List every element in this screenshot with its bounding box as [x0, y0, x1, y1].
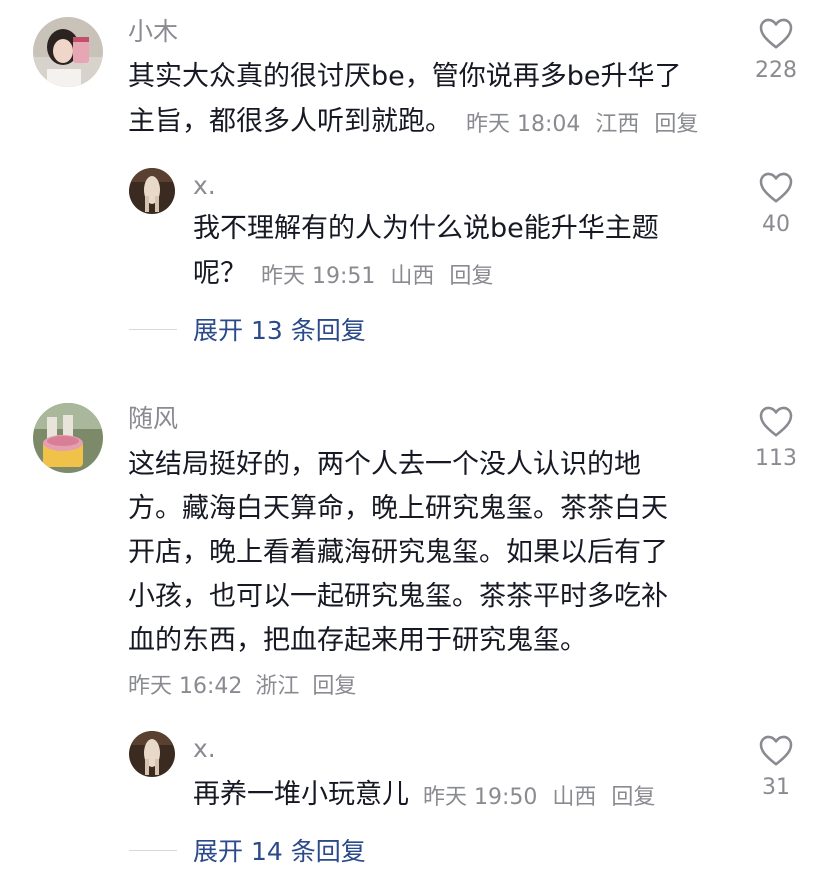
figure-photo-avatar [129, 731, 175, 777]
comment-username[interactable]: 随风 [128, 403, 178, 435]
comment-text-line: 其实大众真的很讨厌be，管你说再多be升华了 [128, 61, 682, 92]
reply-button[interactable]: 回复 [611, 785, 655, 810]
heart-icon [759, 735, 793, 766]
comment-time: 昨天 16:42 [128, 674, 243, 699]
avatar[interactable] [129, 731, 175, 777]
like-count: 40 [762, 212, 790, 237]
comment-meta: 昨天 18:04 江西 回复 [466, 106, 706, 138]
comment-location: 浙江 [255, 674, 300, 699]
like-count: 228 [755, 58, 797, 83]
reply-meta: 昨天 19:51 山西 回复 [261, 258, 501, 290]
reply-username[interactable]: x. [193, 733, 216, 765]
comment-text-line: 开店，晚上看着藏海研究鬼玺。如果以后有了 [128, 537, 668, 568]
comment-text-line: 血的东西，把血存起来用于研究鬼玺。 [128, 625, 587, 656]
avatar[interactable] [129, 168, 175, 214]
comment-username[interactable]: 小木 [128, 16, 178, 48]
reply-text-line: 呢？ [193, 258, 247, 289]
reply-text-line: 我不理解有的人为什么说be能升华主题 [193, 213, 659, 244]
comment-time: 昨天 18:04 [466, 112, 581, 137]
heart-icon [759, 18, 793, 49]
expand-replies-button[interactable]: 展开 14 条回复 [193, 832, 366, 868]
reply-location: 山西 [390, 264, 435, 289]
like-button[interactable]: 40 [746, 170, 806, 237]
reply-username[interactable]: x. [193, 170, 216, 202]
girl-with-cup-photo-avatar [33, 17, 103, 87]
reply-text-row: 呢？ 昨天 19:51 山西 回复 [193, 252, 501, 296]
reply-text-line: 再养一堆小玩意儿 [193, 779, 409, 810]
like-count: 31 [762, 775, 790, 800]
figure-photo-avatar [129, 168, 175, 214]
like-button[interactable]: 31 [746, 733, 806, 800]
avatar[interactable] [33, 17, 103, 87]
comment-text-row: 主旨，都很多人听到就跑。 昨天 18:04 江西 回复 [128, 100, 706, 144]
comment-text: 这结局挺好的，两个人去一个没人认识的地 方。藏海白天算命，晚上研究鬼玺。茶茶白天… [128, 443, 668, 663]
expand-replies-button[interactable]: 展开 13 条回复 [193, 311, 366, 347]
heart-icon [759, 406, 793, 437]
expand-divider [129, 329, 177, 330]
like-button[interactable]: 228 [746, 16, 806, 83]
comment-text-line: 方。藏海白天算命，晚上研究鬼玺。茶茶白天 [128, 493, 668, 524]
comment-text-line: 小孩，也可以一起研究鬼玺。茶茶平时多吃补 [128, 581, 668, 612]
comment-text-line: 这结局挺好的，两个人去一个没人认识的地 [128, 449, 641, 480]
avatar[interactable] [33, 403, 103, 473]
ice-cream-photo-avatar [33, 403, 103, 473]
heart-icon [759, 172, 793, 203]
comment-text-line: 主旨，都很多人听到就跑。 [128, 106, 452, 137]
reply-time: 昨天 19:50 [423, 785, 538, 810]
reply-meta: 昨天 19:50 山西 回复 [423, 779, 663, 811]
reply-time: 昨天 19:51 [261, 264, 376, 289]
comment-location: 江西 [595, 112, 640, 137]
reply-text-row: 再养一堆小玩意儿 昨天 19:50 山西 回复 [193, 773, 663, 817]
comment-meta: 昨天 16:42 浙江 回复 [128, 671, 356, 703]
reply-location: 山西 [552, 785, 597, 810]
expand-divider [129, 850, 177, 851]
reply-button[interactable]: 回复 [312, 674, 356, 699]
like-button[interactable]: 113 [746, 404, 806, 471]
reply-button[interactable]: 回复 [654, 112, 698, 137]
reply-button[interactable]: 回复 [449, 264, 493, 289]
like-count: 113 [755, 446, 797, 471]
